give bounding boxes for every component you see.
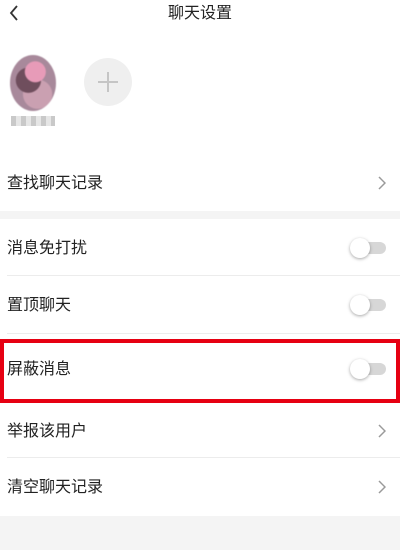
chevron-right-icon xyxy=(376,175,388,191)
do-not-disturb-row: 消息免打扰 xyxy=(0,219,400,276)
avatar[interactable] xyxy=(10,55,56,111)
toggle-thumb xyxy=(350,237,370,258)
block-messages-toggle[interactable] xyxy=(350,359,388,379)
add-member-button[interactable] xyxy=(84,58,132,106)
top-bar: 聊天设置 xyxy=(0,0,400,30)
do-not-disturb-toggle[interactable] xyxy=(350,237,388,258)
search-history-row[interactable]: 查找聊天记录 xyxy=(0,154,400,211)
pin-chat-row: 置顶聊天 xyxy=(0,276,400,334)
block-messages-row: 屏蔽消息 xyxy=(0,334,400,404)
clear-history-label: 清空聊天记录 xyxy=(7,477,104,496)
search-history-label: 查找聊天记录 xyxy=(7,172,104,192)
toggle-thumb xyxy=(350,359,370,379)
clear-history-row[interactable]: 清空聊天记录 xyxy=(0,458,400,516)
report-user-row[interactable]: 举报该用户 xyxy=(0,404,400,458)
page-title: 聊天设置 xyxy=(167,3,232,22)
do-not-disturb-label: 消息免打扰 xyxy=(7,237,88,257)
pin-chat-label: 置顶聊天 xyxy=(7,295,72,314)
chevron-right-icon xyxy=(376,423,388,439)
block-messages-label: 屏蔽消息 xyxy=(7,359,72,378)
member-name-blurred xyxy=(11,116,55,126)
pin-chat-toggle[interactable] xyxy=(350,295,388,315)
report-user-label: 举报该用户 xyxy=(7,421,88,440)
chevron-right-icon xyxy=(376,479,388,495)
toggle-thumb xyxy=(350,295,370,315)
member-section xyxy=(0,30,400,154)
